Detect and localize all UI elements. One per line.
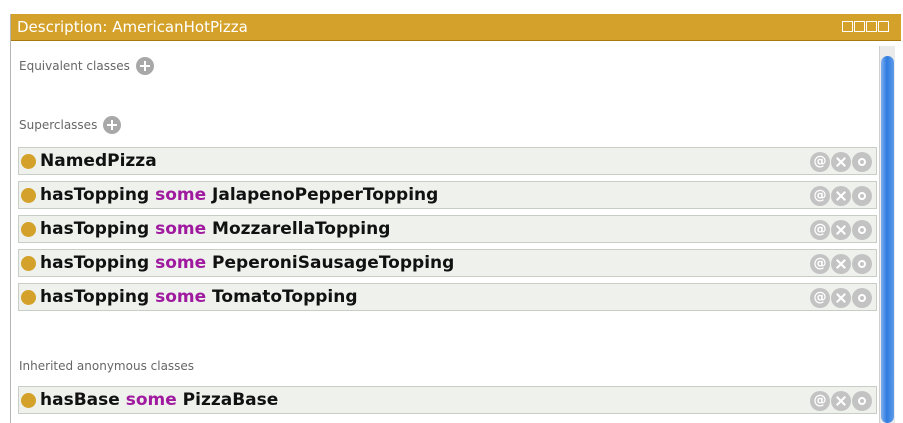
inherited-anonymous-classes-label: Inherited anonymous classes	[19, 359, 195, 373]
superclass-row[interactable]: hasTopping some JalapenoPepperTopping @	[18, 181, 877, 209]
property-name[interactable]: hasBase	[40, 390, 120, 410]
filler-class[interactable]: TomatoTopping	[212, 287, 357, 307]
superclass-row[interactable]: hasTopping some TomatoTopping @	[18, 283, 877, 311]
property-name[interactable]: hasTopping	[40, 219, 149, 239]
filler-class[interactable]: NamedPizza	[40, 151, 157, 171]
delete-button[interactable]	[831, 254, 851, 274]
superclasses-header: Superclasses	[19, 116, 122, 134]
equivalent-classes-header: Equivalent classes	[19, 57, 154, 75]
delete-button[interactable]	[831, 152, 851, 172]
class-dot-icon	[21, 392, 36, 408]
scrollbar-thumb[interactable]	[881, 56, 894, 423]
class-expression: NamedPizza	[40, 151, 157, 171]
close-view-icon[interactable]	[878, 21, 889, 32]
filler-class[interactable]: JalapenoPepperTopping	[212, 185, 438, 205]
panel-body: Equivalent classes Superclasses NamedPiz…	[11, 42, 903, 423]
vertical-scrollbar[interactable]	[879, 46, 895, 423]
delete-button[interactable]	[831, 288, 851, 308]
class-expression: hasTopping some PeperoniSausageTopping	[40, 253, 454, 273]
row-actions: @	[810, 254, 872, 274]
property-name[interactable]: hasTopping	[40, 287, 149, 307]
row-actions: @	[810, 220, 872, 240]
delete-button[interactable]	[831, 391, 851, 411]
description-panel: Description: AmericanHotPizza Equivalent…	[10, 14, 903, 423]
panel-title: Description: AmericanHotPizza	[17, 18, 248, 36]
edit-button[interactable]	[852, 186, 872, 206]
filler-class[interactable]: PeperoniSausageTopping	[212, 253, 454, 273]
delete-button[interactable]	[831, 186, 851, 206]
annotate-button[interactable]: @	[810, 220, 830, 240]
panel-titlebar: Description: AmericanHotPizza	[11, 14, 901, 41]
class-dot-icon	[21, 187, 36, 203]
annotate-button[interactable]: @	[810, 152, 830, 172]
row-actions: @	[810, 186, 872, 206]
annotate-button[interactable]: @	[810, 391, 830, 411]
property-name[interactable]: hasTopping	[40, 185, 149, 205]
class-dot-icon	[21, 289, 36, 305]
add-superclass-button[interactable]	[103, 116, 122, 134]
property-name[interactable]: hasTopping	[40, 253, 149, 273]
restriction-keyword: some	[155, 219, 207, 239]
restriction-keyword: some	[155, 253, 207, 273]
tile-horizontal-icon[interactable]	[854, 21, 865, 32]
restriction-keyword: some	[125, 390, 177, 410]
restriction-keyword: some	[155, 185, 207, 205]
edit-button[interactable]	[852, 391, 872, 411]
row-actions: @	[810, 288, 872, 308]
edit-button[interactable]	[852, 152, 872, 172]
class-expression: hasTopping some JalapenoPepperTopping	[40, 185, 438, 205]
annotate-button[interactable]: @	[810, 288, 830, 308]
class-dot-icon	[21, 221, 36, 237]
class-expression: hasBase some PizzaBase	[40, 390, 278, 410]
row-actions: @	[810, 152, 872, 172]
add-equivalent-class-button[interactable]	[135, 57, 154, 75]
annotate-button[interactable]: @	[810, 254, 830, 274]
edit-button[interactable]	[852, 220, 872, 240]
class-dot-icon	[21, 255, 36, 271]
edit-button[interactable]	[852, 254, 872, 274]
restriction-keyword: some	[155, 287, 207, 307]
class-expression: hasTopping some TomatoTopping	[40, 287, 358, 307]
superclass-row[interactable]: NamedPizza @	[18, 147, 877, 175]
superclasses-label: Superclasses	[19, 118, 98, 132]
superclass-row[interactable]: hasTopping some PeperoniSausageTopping @	[18, 249, 877, 277]
window-controls	[842, 21, 889, 32]
row-actions: @	[810, 391, 872, 411]
inherited-class-row[interactable]: hasBase some PizzaBase @	[18, 386, 877, 414]
delete-button[interactable]	[831, 220, 851, 240]
class-expression: hasTopping some MozzarellaTopping	[40, 219, 390, 239]
maximize-icon[interactable]	[866, 21, 877, 32]
filler-class[interactable]: PizzaBase	[183, 390, 279, 410]
class-dot-icon	[21, 153, 36, 169]
annotate-button[interactable]: @	[810, 186, 830, 206]
equivalent-classes-label: Equivalent classes	[19, 59, 130, 73]
filler-class[interactable]: MozzarellaTopping	[212, 219, 390, 239]
edit-button[interactable]	[852, 288, 872, 308]
tile-vertical-icon[interactable]	[842, 21, 853, 32]
superclass-row[interactable]: hasTopping some MozzarellaTopping @	[18, 215, 877, 243]
inherited-anonymous-classes-header: Inherited anonymous classes	[19, 359, 194, 373]
